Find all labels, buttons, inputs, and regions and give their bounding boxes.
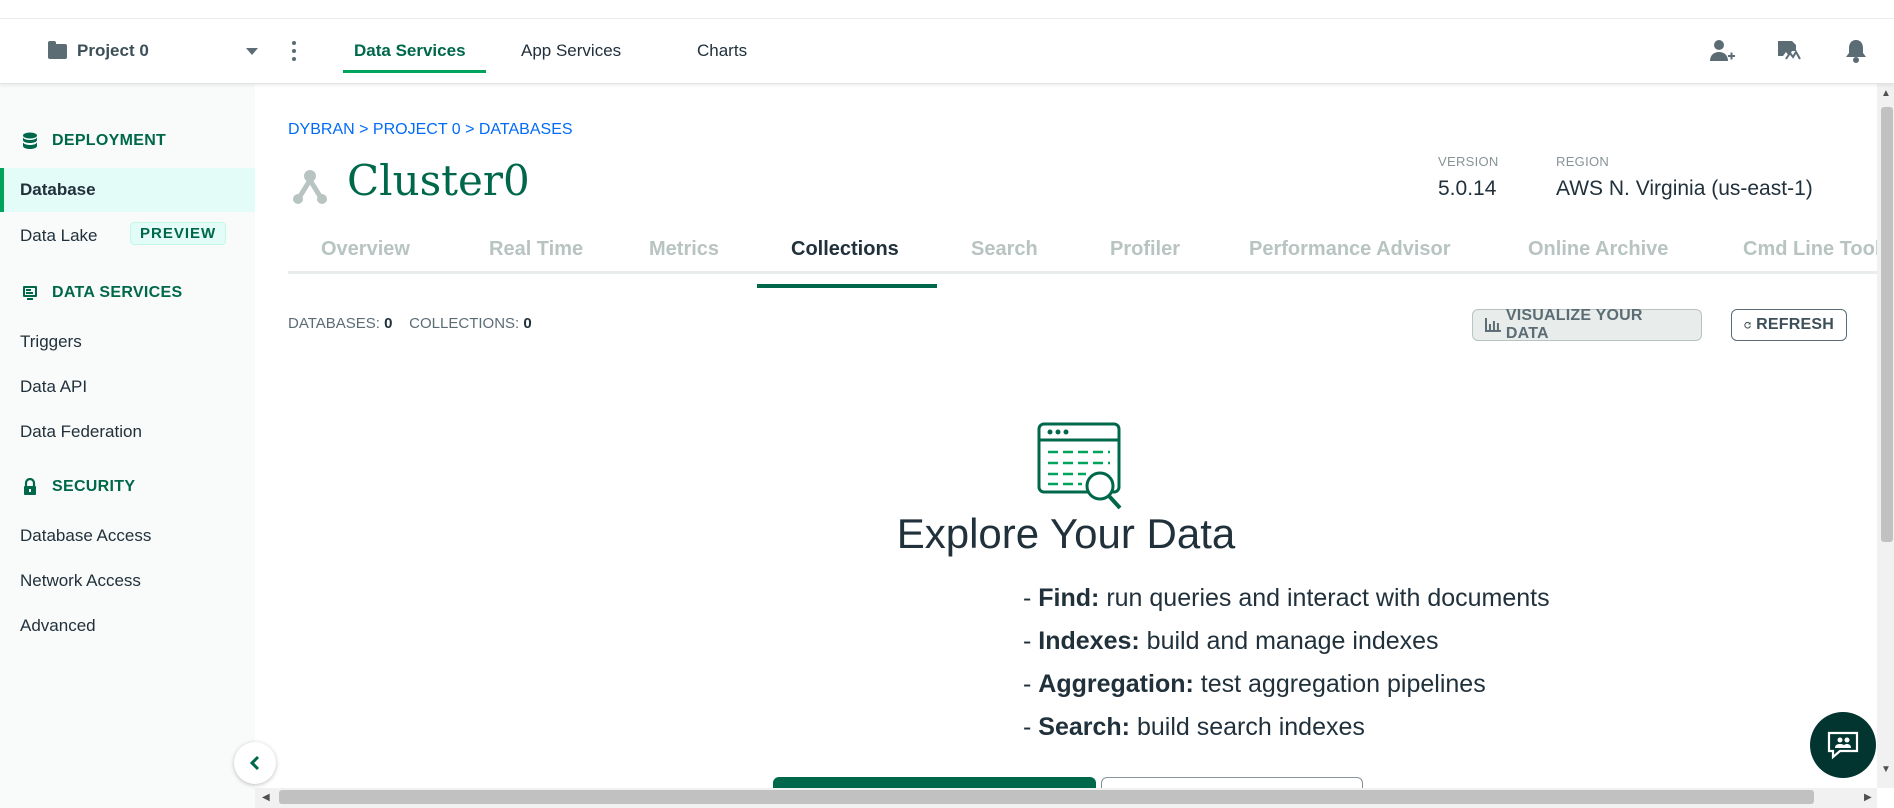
refresh-label: REFRESH <box>1756 316 1834 333</box>
section-title: DATA SERVICES <box>52 284 183 301</box>
sidebar-section-security: SECURITY <box>22 478 135 496</box>
visualize-data-button[interactable]: VISUALIZE YOUR DATA <box>1472 307 1702 342</box>
feature-desc: build search indexes <box>1136 713 1365 741</box>
tab-charts[interactable]: Charts <box>697 41 747 61</box>
refresh-icon <box>1744 321 1751 329</box>
feature-desc: run queries and interact with documents <box>1106 584 1550 612</box>
feature-aggregation: - Aggregation: test aggregation pipeline… <box>1023 670 1486 698</box>
scroll-left-arrow[interactable]: ◀ <box>262 792 270 803</box>
project-selector[interactable]: Project 0 <box>48 40 149 61</box>
visualize-label: VISUALIZE YOUR DATA <box>1505 307 1643 342</box>
breadcrumb[interactable]: DYBRAN > PROJECT 0 > DATABASES <box>288 121 573 139</box>
scroll-right-arrow[interactable]: ▶ <box>1864 792 1872 803</box>
region-value: AWS N. Virginia (us-east-1) <box>1556 177 1813 200</box>
collections-label: COLLECTIONS: <box>409 315 520 332</box>
feature-desc: build and manage indexes <box>1146 627 1439 655</box>
bar-chart-icon <box>1485 318 1501 332</box>
tab-app-services[interactable]: App Services <box>521 41 621 61</box>
top-navigation-bar: Project 0 Data Services App Services Cha… <box>0 19 1894 84</box>
region-label: REGION <box>1556 154 1610 169</box>
vertical-scrollbar-thumb[interactable] <box>1881 107 1893 542</box>
database-icon <box>23 132 37 149</box>
activity-feed-icon[interactable] <box>1774 37 1802 65</box>
lock-icon <box>24 478 36 495</box>
scroll-down-arrow[interactable]: ▼ <box>1881 764 1891 775</box>
more-options-icon[interactable] <box>290 39 298 63</box>
tab-search[interactable]: Search <box>971 238 1038 261</box>
sidebar-item-network-access[interactable]: Network Access <box>20 571 141 591</box>
sidebar: DEPLOYMENT Database Data Lake PREVIEW DA… <box>0 84 255 808</box>
data-services-icon <box>23 286 37 300</box>
refresh-button[interactable]: REFRESH <box>1731 309 1847 341</box>
tab-collections[interactable]: Collections <box>791 238 899 261</box>
main-content: DYBRAN > PROJECT 0 > DATABASES Cluster0 … <box>255 84 1877 788</box>
cluster-tabs: Overview Real Time Metrics Collections S… <box>288 234 1877 274</box>
sidebar-item-data-api[interactable]: Data API <box>20 377 87 397</box>
preview-badge: PREVIEW <box>130 222 227 245</box>
feature-name: Search: <box>1038 713 1130 741</box>
scroll-up-arrow[interactable]: ▲ <box>1881 88 1891 99</box>
explore-title: Explore Your Data <box>896 510 1236 557</box>
chevron-down-icon[interactable] <box>246 48 258 55</box>
invite-user-icon[interactable] <box>1708 37 1736 65</box>
collection-counts: DATABASES: 0 COLLECTIONS: 0 <box>288 315 532 332</box>
feature-search: - Search: build search indexes <box>1023 713 1365 741</box>
collections-count: 0 <box>523 315 532 332</box>
section-title: SECURITY <box>52 478 136 495</box>
section-title: DEPLOYMENT <box>52 132 167 149</box>
databases-count: 0 <box>384 315 393 332</box>
primary-cta-button[interactable] <box>773 777 1096 788</box>
collapse-sidebar-button[interactable] <box>234 742 276 784</box>
chevron-left-icon <box>249 755 260 771</box>
databases-label: DATABASES: <box>288 315 380 332</box>
sidebar-item-database[interactable]: Database <box>0 168 255 212</box>
project-name: Project 0 <box>77 41 149 60</box>
tab-real-time[interactable]: Real Time <box>489 238 583 261</box>
active-tab-underline <box>757 284 937 288</box>
bell-icon[interactable] <box>1842 37 1870 65</box>
sidebar-item-data-lake[interactable]: Data Lake <box>20 226 98 246</box>
tab-data-services[interactable]: Data Services <box>354 41 466 61</box>
sidebar-section-deployment: DEPLOYMENT <box>22 132 166 150</box>
version-value: 5.0.14 <box>1438 177 1497 200</box>
folder-icon <box>48 40 67 59</box>
feature-name: Find: <box>1038 584 1100 612</box>
horizontal-scrollbar-thumb[interactable] <box>279 790 1814 804</box>
feature-find: - Find: run queries and interact with do… <box>1023 584 1550 612</box>
tab-metrics[interactable]: Metrics <box>649 238 719 261</box>
tab-overview[interactable]: Overview <box>321 238 410 261</box>
chat-support-button[interactable] <box>1810 712 1876 778</box>
tab-cmd-line-tools[interactable]: Cmd Line Tools <box>1743 238 1877 261</box>
active-tab-underline <box>343 70 486 73</box>
sidebar-item-database-access[interactable]: Database Access <box>20 526 151 546</box>
cluster-title: Cluster0 <box>347 156 530 205</box>
chat-icon <box>1827 731 1859 760</box>
secondary-cta-button[interactable] <box>1101 777 1363 788</box>
sidebar-item-advanced[interactable]: Advanced <box>20 616 96 636</box>
tab-profiler[interactable]: Profiler <box>1110 238 1180 261</box>
feature-name: Aggregation: <box>1038 670 1194 698</box>
version-label: VERSION <box>1438 154 1499 169</box>
tab-performance-advisor[interactable]: Performance Advisor <box>1249 238 1451 261</box>
cluster-icon <box>293 170 327 204</box>
feature-indexes: - Indexes: build and manage indexes <box>1023 627 1439 655</box>
sidebar-item-triggers[interactable]: Triggers <box>20 332 82 352</box>
sidebar-item-data-federation[interactable]: Data Federation <box>20 422 142 442</box>
browser-top-strip <box>0 0 1894 19</box>
feature-desc: test aggregation pipelines <box>1200 670 1486 698</box>
feature-name: Indexes: <box>1038 627 1140 655</box>
explore-data-icon <box>1037 422 1122 510</box>
sidebar-section-data-services: DATA SERVICES <box>22 284 182 302</box>
tab-online-archive[interactable]: Online Archive <box>1528 238 1668 261</box>
